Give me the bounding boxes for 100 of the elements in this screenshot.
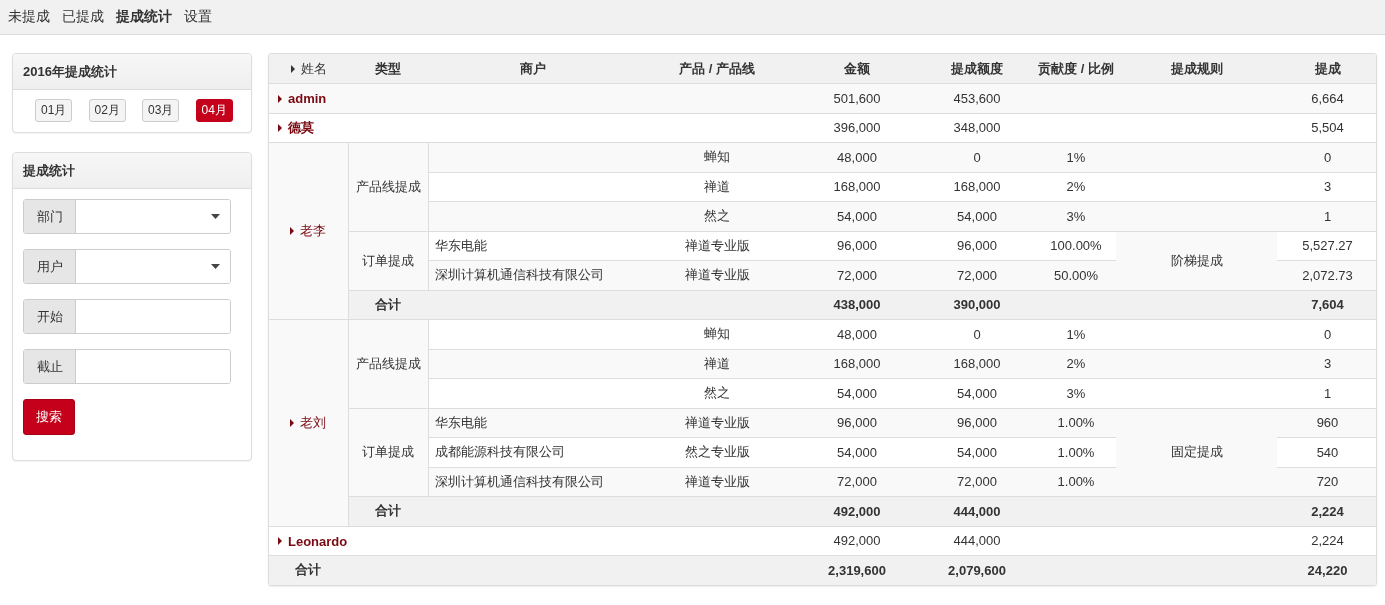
table-cell: 2,224 (1311, 533, 1344, 549)
table-cell: 54,000 (837, 385, 877, 401)
table-cell: 固定提成 (1170, 444, 1223, 460)
table-cell: 禅道 (704, 178, 730, 194)
panel-title: 2016年提成统计 (23, 62, 117, 81)
column-header: 提成额度 (951, 60, 1003, 76)
search-button[interactable]: 搜索 (23, 399, 75, 435)
table-cell: 3% (1066, 385, 1086, 401)
table-cell: 产品线提成 (355, 355, 421, 371)
table-cell: 438,000 (833, 297, 881, 313)
table-cell: 蝉知 (704, 326, 730, 342)
month-button[interactable]: 02月 (88, 99, 126, 122)
table-cell: 5,527.27 (1302, 238, 1353, 254)
table-cell: 0 (973, 326, 981, 342)
table-cell: 2,072.73 (1302, 267, 1353, 283)
table-cell: 3 (1323, 179, 1332, 195)
table-cell: 合计 (375, 296, 402, 312)
table-cell: 禅道专业版 (684, 267, 750, 283)
table-cell: 订单提成 (362, 444, 414, 460)
table-cell: 华东电能 (434, 237, 487, 253)
column-header: 提成 (1314, 60, 1341, 76)
table-cell: 720 (1316, 474, 1339, 490)
table-cell: 合计 (295, 562, 321, 578)
table-cell: 2,079,600 (948, 562, 1006, 578)
table-cell: 1 (1323, 208, 1332, 224)
table-cell: 合计 (375, 503, 402, 519)
table-cell: 6,664 (1311, 90, 1344, 106)
table-cell: 1.00% (1057, 415, 1095, 431)
table-cell: 54,000 (837, 208, 877, 224)
caret-icon (290, 64, 295, 73)
nav-tab[interactable]: 未提成 (8, 8, 50, 26)
table-cell: 444,000 (953, 533, 1001, 549)
table-cell: 2% (1066, 356, 1086, 372)
table-cell: 蝉知 (704, 149, 730, 165)
nav-tab[interactable]: 已提成 (62, 8, 104, 26)
caret-icon (278, 123, 282, 132)
table-cell: 72,000 (957, 474, 997, 490)
table-cell: 禅道 (704, 355, 730, 371)
column-header: 商户 (520, 60, 546, 76)
table-cell: 3 (1323, 356, 1332, 372)
table-cell: 0 (1323, 326, 1332, 342)
person-name-link[interactable]: admin (278, 91, 327, 106)
column-header: 贡献度 / 比例 (1038, 60, 1114, 76)
table-cell: 2% (1066, 179, 1086, 195)
month-button[interactable]: 04月 (195, 99, 233, 122)
table-cell: 168,000 (953, 356, 1001, 372)
table-cell: 96,000 (837, 415, 877, 431)
table-cell: 48,000 (837, 326, 877, 342)
table-cell: 7,604 (1311, 297, 1344, 313)
table-cell: 390,000 (953, 297, 1001, 313)
nav-tab[interactable]: 设置 (184, 8, 212, 26)
table-cell: 然之 (704, 385, 730, 401)
table-cell: 5,504 (1311, 120, 1344, 136)
person-name-link[interactable]: 老刘 (290, 413, 327, 432)
caret-icon (278, 537, 282, 545)
table-cell: 96,000 (957, 238, 997, 254)
table-cell: 444,000 (953, 503, 1001, 519)
table-cell: 453,600 (953, 90, 1001, 106)
table-cell: 1% (1066, 326, 1086, 342)
column-header: 提成规则 (1170, 60, 1223, 76)
table-cell: 72,000 (837, 474, 877, 490)
person-name-link[interactable]: 德莫 (278, 118, 314, 137)
table-cell: 168,000 (833, 356, 881, 372)
table-cell: 54,000 (957, 208, 997, 224)
table-cell: 禅道专业版 (684, 237, 750, 253)
table-cell: 禅道专业版 (684, 414, 750, 430)
table-cell: 492,000 (833, 533, 881, 549)
table-cell: 深圳计算机通信科技有限公司 (434, 473, 604, 489)
table-cell: 960 (1316, 415, 1339, 431)
table-cell: 1.00% (1057, 444, 1095, 460)
table-cell: 72,000 (837, 267, 877, 283)
column-header: 类型 (375, 60, 401, 76)
table-cell: 1% (1066, 149, 1086, 165)
table-cell: 168,000 (953, 179, 1001, 195)
column-header: 金额 (844, 60, 870, 76)
table-cell: 2,319,600 (828, 562, 886, 578)
table-cell: 50.00% (1053, 267, 1099, 283)
nav-tab[interactable]: 提成统计 (116, 8, 172, 26)
table-cell: 54,000 (957, 444, 997, 460)
month-button[interactable]: 01月 (35, 99, 73, 122)
table-cell: 396,000 (833, 120, 881, 136)
person-name-link[interactable]: Leonardo (278, 533, 348, 549)
table-cell: 0 (1323, 149, 1332, 165)
table-cell: 然之 (704, 208, 730, 224)
table-cell: 54,000 (837, 444, 877, 460)
table-cell: 然之专业版 (684, 444, 750, 460)
caret-icon (290, 227, 295, 235)
month-button[interactable]: 03月 (142, 99, 180, 122)
caret-icon (278, 94, 282, 103)
person-name-link[interactable]: 老李 (290, 222, 327, 240)
table-cell: 0 (973, 149, 981, 165)
table-cell: 2,224 (1311, 503, 1344, 519)
table-cell: 华东电能 (434, 414, 487, 430)
table-cell: 100.00% (1050, 238, 1102, 254)
table-cell: 96,000 (837, 238, 877, 254)
table-cell: 订单提成 (362, 252, 414, 268)
table-cell: 产品线提成 (355, 178, 421, 194)
panel-title: 提成统计 (23, 161, 75, 180)
table-cell: 54,000 (957, 385, 997, 401)
table-cell: 501,600 (833, 90, 881, 106)
